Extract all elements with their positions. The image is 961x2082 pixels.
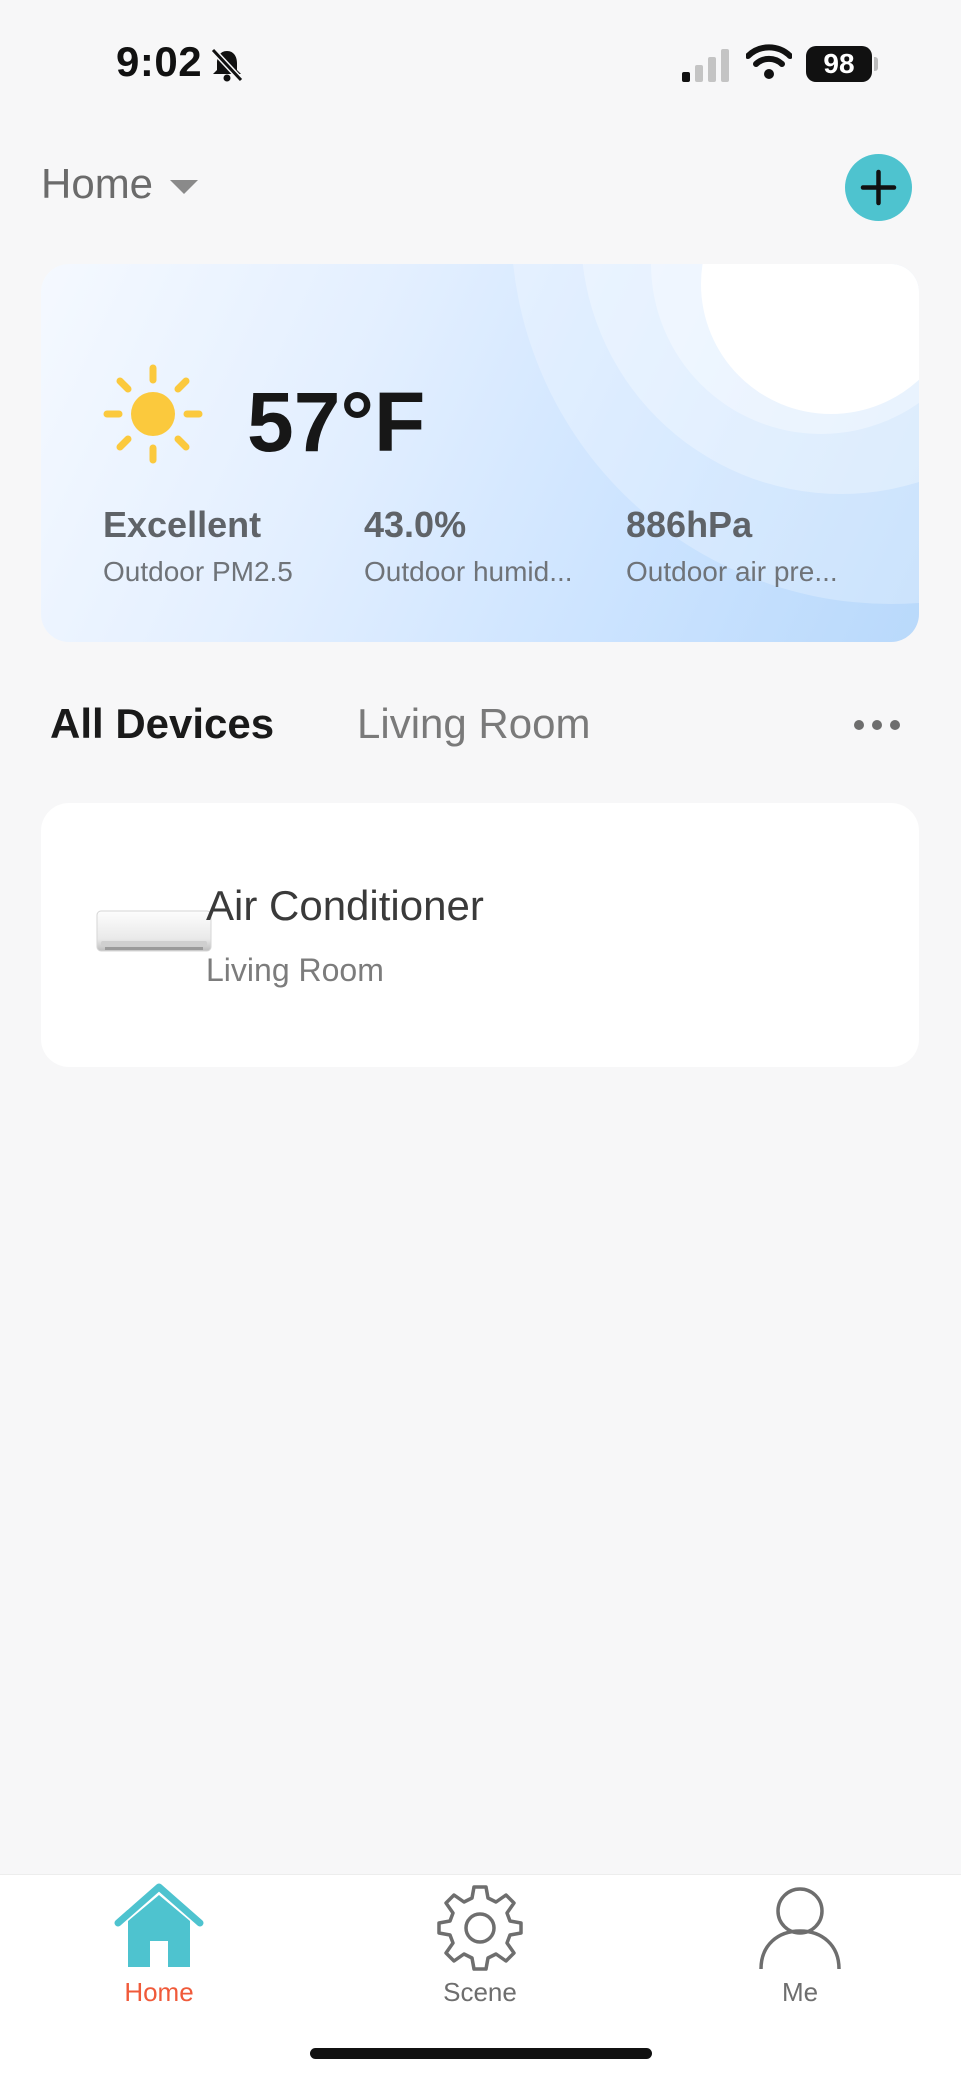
tabbar-item-scene[interactable]: Scene bbox=[380, 1875, 580, 2015]
home-indicator[interactable] bbox=[310, 2048, 652, 2059]
metric-value: Excellent bbox=[103, 504, 262, 545]
status-bar: 9:02 98 bbox=[0, 0, 961, 130]
humidity-metric: 43.0% Outdoor humid... bbox=[364, 504, 573, 588]
weather-card[interactable]: 57°F Excellent Outdoor PM2.5 43.0% Outdo… bbox=[41, 264, 919, 642]
status-time: 9:02 bbox=[116, 38, 203, 85]
tabbar-label: Scene bbox=[443, 1977, 517, 2007]
more-options-icon[interactable] bbox=[852, 712, 902, 743]
tabbar-item-me[interactable]: Me bbox=[700, 1875, 900, 2015]
tab-living-room[interactable]: Living Room bbox=[357, 700, 590, 748]
metric-value: 43.0% bbox=[364, 504, 467, 545]
cellular-signal-icon bbox=[680, 48, 732, 87]
battery-indicator: 98 bbox=[806, 46, 872, 82]
metric-label: Outdoor PM2.5 bbox=[103, 556, 293, 587]
gear-icon bbox=[380, 1883, 580, 1976]
pm25-metric: Excellent Outdoor PM2.5 bbox=[103, 504, 293, 588]
plus-icon bbox=[860, 169, 897, 206]
metric-value: 886hPa bbox=[626, 504, 753, 545]
caret-down-icon[interactable] bbox=[170, 180, 198, 194]
silent-bell-icon bbox=[208, 46, 246, 89]
wifi-icon bbox=[745, 44, 793, 85]
home-icon bbox=[59, 1883, 259, 1976]
device-name: Air Conditioner bbox=[206, 882, 484, 929]
device-card-air-conditioner[interactable] bbox=[41, 803, 919, 1067]
air-pressure-metric: 886hPa Outdoor air pre... bbox=[626, 504, 838, 588]
tab-all-devices[interactable]: All Devices bbox=[50, 700, 274, 748]
tabbar-label: Home bbox=[124, 1977, 194, 2007]
device-room: Living Room bbox=[206, 952, 384, 988]
person-icon bbox=[700, 1883, 900, 1976]
tabbar-label: Me bbox=[781, 1977, 819, 2007]
metric-label: Outdoor air pre... bbox=[626, 556, 838, 587]
sun-icon bbox=[103, 364, 203, 469]
add-device-button[interactable] bbox=[845, 154, 912, 221]
metric-label: Outdoor humid... bbox=[364, 556, 573, 587]
battery-tip bbox=[874, 57, 878, 71]
air-conditioner-icon bbox=[95, 907, 213, 962]
home-title[interactable]: Home bbox=[41, 160, 153, 208]
tabbar-item-home[interactable]: Home bbox=[59, 1875, 259, 2015]
temperature: 57°F bbox=[247, 375, 426, 469]
